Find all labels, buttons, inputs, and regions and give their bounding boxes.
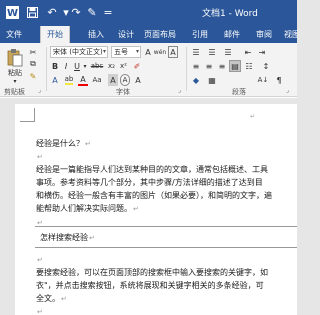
paragraph-3-line-2[interactable]: 衣"，并点击搜索按钮，系统将展现和关键字相关的多条经验，可 [36,279,264,292]
word-logo-icon: W [4,4,20,20]
grow-font-icon[interactable]: A [143,46,153,58]
font-name-select[interactable]: 宋体 (中文正文) ▾ [50,46,108,58]
paragraph-2-line-1[interactable]: 经验是一篇能指导人们达到某种目的的文章，通常包括概述、工具 [36,163,268,176]
align-center-icon[interactable]: ≡ [203,60,215,72]
font-size-dropdown-icon: ▾ [135,48,139,55]
superscript-icon[interactable]: x² [118,60,129,72]
format-painter-icon[interactable]: ✎ [28,71,38,81]
title-bar: W ↶ ▾ ↷ ✎ = 文档1 - Word [0,0,297,26]
clipboard-launcher-icon[interactable]: ⌟ [38,87,41,94]
crop-mark [34,108,35,122]
tab-review[interactable]: 审阅 [252,26,276,43]
numbering-icon[interactable]: ☰ [206,46,218,58]
paragraph-group-label: 段落 [232,88,246,96]
tab-file[interactable]: 文件 [0,26,28,43]
empty-paragraph[interactable]: ↵ [36,150,43,164]
crop-mark [20,121,34,122]
font-name-dropdown-icon: ▾ [102,48,106,55]
font-name-value: 宋体 (中文正文) [53,48,103,56]
font-size-value: 五号 [114,48,128,56]
tab-insert[interactable]: 插入 [84,26,108,43]
paragraph-heading[interactable]: 怎样搜索经验↵ [40,231,95,245]
format-painter-qa-icon[interactable]: ✎ [84,4,100,20]
multilevel-list-icon[interactable]: ☰ [222,46,234,58]
shading-icon[interactable]: ◆ [190,74,202,86]
sort-icon[interactable]: A↓ [256,74,270,86]
redo-icon[interactable]: ↷ [68,4,84,20]
font-group-label: 字体 [116,88,130,96]
clipboard-group-label: 剪贴板 [4,88,25,96]
character-border-icon[interactable]: A [168,46,178,58]
customize-icon[interactable]: = [100,4,116,20]
tab-page-layout[interactable]: 页面布局 [140,26,180,43]
paste-button[interactable]: 粘贴 [6,68,24,78]
align-right-icon[interactable]: ≡ [216,60,228,72]
show-marks-icon[interactable]: ¶ [274,74,284,86]
window-title: 文档1 - Word [202,9,258,19]
strikethrough-icon[interactable]: abc [89,60,105,72]
paste-dropdown-icon[interactable]: ▾ [10,78,20,85]
underline-dropdown-icon[interactable]: ▾ [82,60,88,72]
clear-formatting-icon[interactable]: ✐ [131,60,143,72]
paragraph-mark: ↵ [250,113,256,120]
empty-paragraph[interactable]: ↵ [36,253,43,267]
paragraph-launcher-icon[interactable]: ⌟ [286,87,289,94]
paragraph-2-line-2[interactable]: 事项。参考资料等几个部分，其中步骤/方法详细的描述了达到目 [36,176,263,189]
tab-mailings[interactable]: 邮件 [220,26,244,43]
tab-home[interactable]: 开始 [40,26,70,43]
character-style-icon[interactable]: A [133,74,143,86]
font-size-select[interactable]: 五号 ▾ [111,46,141,58]
ribbon-home: 粘贴 ▾ ✂ ⧉ ✎ 剪贴板 ⌟ 宋体 (中文正文) ▾ 五号 ▾ A wén A … [0,43,297,97]
cut-icon[interactable]: ✂ [28,47,38,57]
bullets-icon[interactable]: ☰ [190,46,202,58]
text-effects-icon[interactable]: A [50,74,60,86]
distributed-icon[interactable]: ☷ [243,60,255,72]
paste-icon[interactable] [6,47,24,67]
tab-view[interactable]: 视图 [280,26,297,43]
paragraph-1[interactable]: 经验是什么？↵ [36,137,91,151]
paragraph-3-line-3[interactable]: 全文。↵ [36,292,67,306]
tab-design[interactable]: 设计 [114,26,138,43]
underline-icon[interactable]: U [72,60,82,72]
increase-indent-icon[interactable]: ⇥ [256,46,268,58]
bold-icon[interactable]: B [50,60,60,72]
paragraph-2-line-4[interactable]: 能帮助人们解决实际问题。↵ [36,202,139,216]
word-window: W ↶ ▾ ↷ ✎ = 文档1 - Word 文件 开始 插入 设计 页面布局 … [0,0,297,315]
paragraph-2-line-3[interactable]: 和横伤。经验一般含有丰富的图片（如果必要），和简明的文字，遍 [36,189,272,202]
ribbon-tabs: 文件 开始 插入 设计 页面布局 引用 邮件 审阅 视图 [0,26,297,43]
group-divider [186,47,187,91]
highlight-icon[interactable]: ab [62,74,76,86]
paragraph-3-line-1[interactable]: 要搜索经验，可以在页面顶部的搜索框中输入要搜索的关键字，如 [36,266,268,279]
justify-icon[interactable]: ▤ [229,60,241,72]
change-case-icon[interactable]: Aa [90,74,104,86]
copy-icon[interactable]: ⧉ [28,59,38,69]
tab-references[interactable]: 引用 [188,26,212,43]
italic-icon[interactable]: I [61,60,71,72]
decrease-indent-icon[interactable]: ⇤ [242,46,254,58]
empty-paragraph[interactable]: ↵ [36,305,43,315]
subscript-icon[interactable]: x₂ [106,60,117,72]
align-left-icon[interactable]: ≡ [190,60,202,72]
line-spacing-icon[interactable]: ↕ [260,60,272,72]
highlight-label: ab [64,75,74,85]
enclose-characters-icon[interactable]: A [120,74,130,86]
borders-icon[interactable]: ▦ [206,74,218,86]
character-shading-icon[interactable]: A [108,74,118,86]
font-color-icon[interactable]: A [78,74,88,86]
svg-text:W: W [6,8,17,19]
group-divider [46,47,47,91]
font-launcher-icon[interactable]: ⌟ [178,87,181,94]
phonetic-guide-icon[interactable]: wén [153,46,167,58]
save-icon[interactable] [24,4,40,20]
